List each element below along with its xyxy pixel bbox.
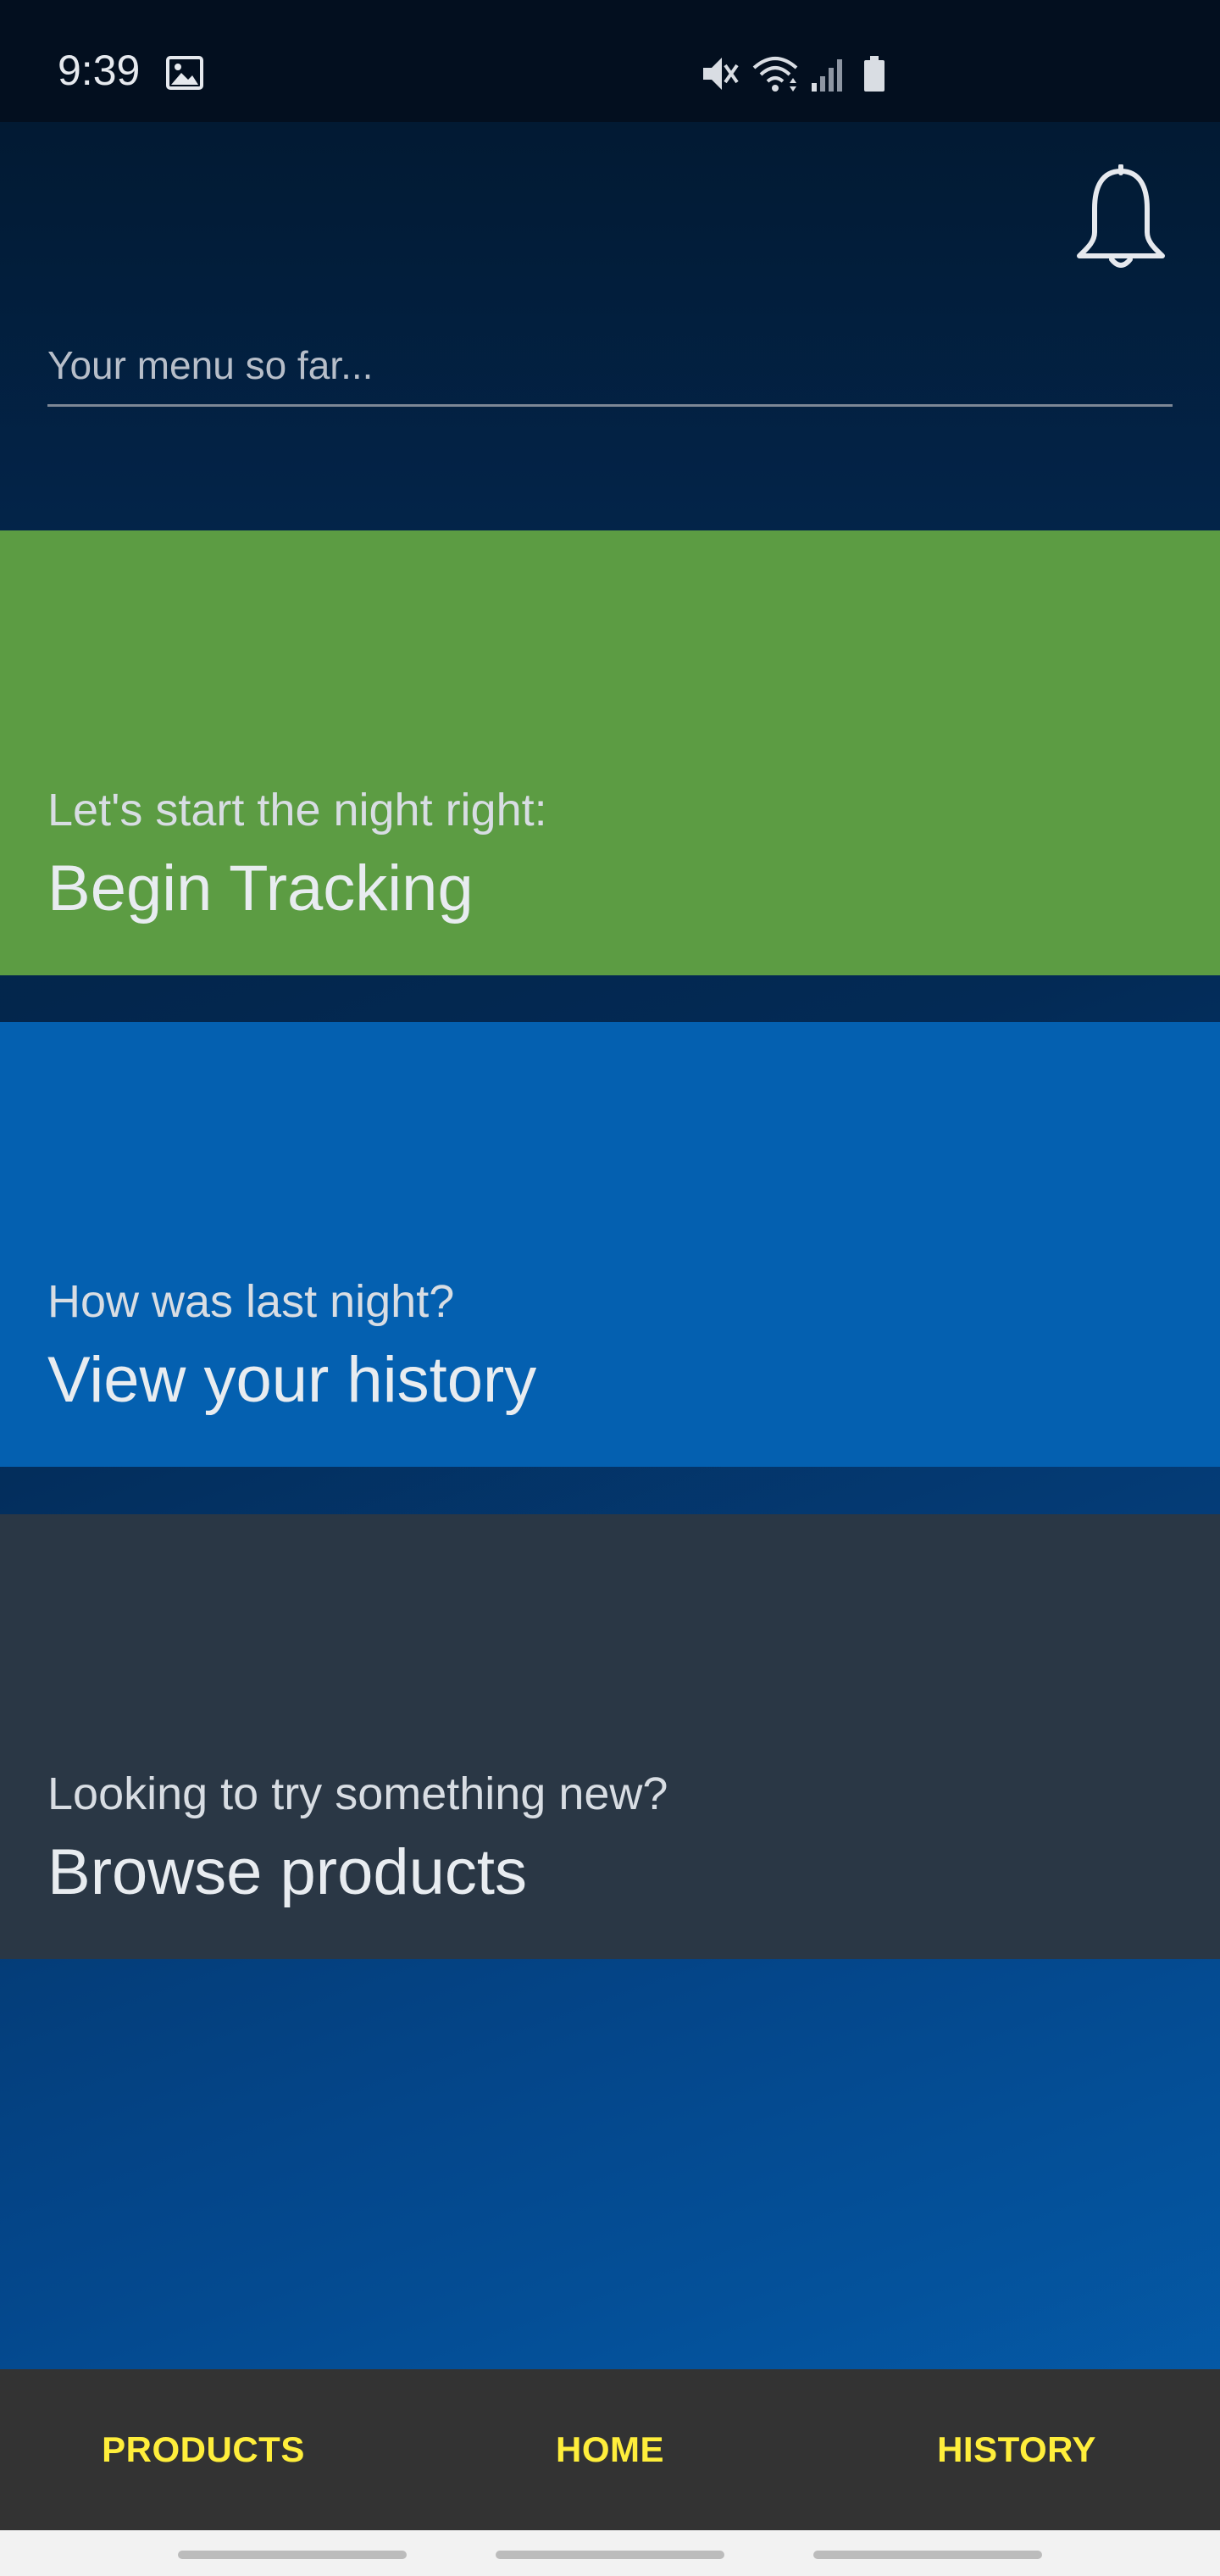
back-handle[interactable] xyxy=(813,2551,1042,2559)
card-title: View your history xyxy=(47,1344,537,1416)
status-time: 9:39 xyxy=(58,47,141,94)
bell-icon[interactable] xyxy=(1071,164,1171,276)
recents-handle[interactable] xyxy=(178,2551,407,2559)
begin-tracking-card[interactable]: Let's start the night right: Begin Track… xyxy=(0,530,1220,975)
status-bar: 9:39 xyxy=(0,0,1220,122)
mute-icon xyxy=(703,58,739,90)
nav-products[interactable]: PRODUCTS xyxy=(0,2369,407,2530)
signal-icon xyxy=(812,59,842,92)
menu-input[interactable] xyxy=(47,325,1173,407)
view-history-card[interactable]: How was last night? View your history xyxy=(0,1022,1220,1467)
header xyxy=(0,122,1220,530)
nav-history[interactable]: HISTORY xyxy=(813,2369,1220,2530)
card-subtitle: Looking to try something new? xyxy=(47,1768,668,1819)
card-subtitle: How was last night? xyxy=(47,1276,455,1327)
card-title: Browse products xyxy=(47,1836,528,1908)
system-gesture-bar xyxy=(0,2530,1220,2576)
nav-home[interactable]: HOME xyxy=(407,2369,813,2530)
card-subtitle: Let's start the night right: xyxy=(47,785,547,836)
battery-icon xyxy=(864,56,884,92)
home-handle[interactable] xyxy=(496,2551,724,2559)
gallery-icon xyxy=(166,56,203,90)
card-title: Begin Tracking xyxy=(47,852,474,924)
wifi-icon xyxy=(752,57,798,92)
bottom-nav: PRODUCTS HOME HISTORY xyxy=(0,2369,1220,2530)
browse-products-card[interactable]: Looking to try something new? Browse pro… xyxy=(0,1514,1220,1959)
